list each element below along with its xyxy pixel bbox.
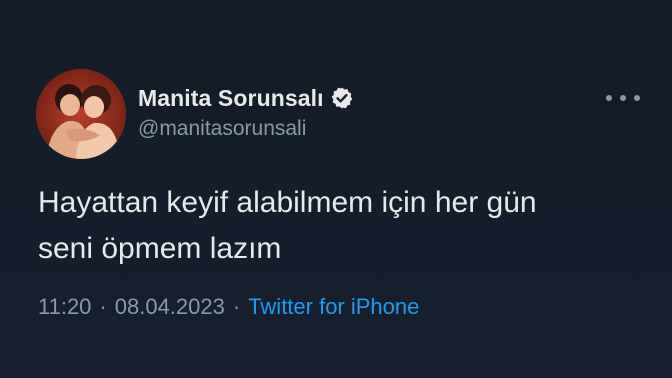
user-handle[interactable]: @manitasorunsali — [138, 117, 306, 141]
tweet-text: Hayattan keyif alabilmem için her gün se… — [38, 180, 648, 272]
tweet-meta: 11:20 · 08.04.2023 · Twitter for iPhone — [38, 294, 419, 320]
meta-separator: · — [99, 294, 107, 319]
name-row: Manita Sorunsalı — [138, 84, 354, 112]
more-dot — [620, 95, 626, 101]
display-name[interactable]: Manita Sorunsalı — [138, 85, 324, 112]
verified-badge-icon — [331, 87, 352, 109]
tweet-text-line: Hayattan keyif alabilmem için her gün — [38, 186, 537, 219]
tweet-date[interactable]: 08.04.2023 — [115, 294, 225, 320]
avatar[interactable] — [36, 69, 126, 159]
tweet-time[interactable]: 11:20 — [38, 294, 91, 320]
avatar-image — [36, 69, 126, 159]
more-options-icon[interactable] — [606, 88, 640, 108]
tweet-card: Manita Sorunsalı @manitasorunsali Hayatt… — [0, 0, 672, 378]
more-dot — [606, 95, 612, 101]
meta-separator: · — [232, 294, 241, 319]
tweet-source-link[interactable]: Twitter for iPhone — [248, 294, 419, 320]
tweet-text-line: seni öpmem lazım — [38, 232, 282, 265]
more-dot — [634, 95, 640, 101]
